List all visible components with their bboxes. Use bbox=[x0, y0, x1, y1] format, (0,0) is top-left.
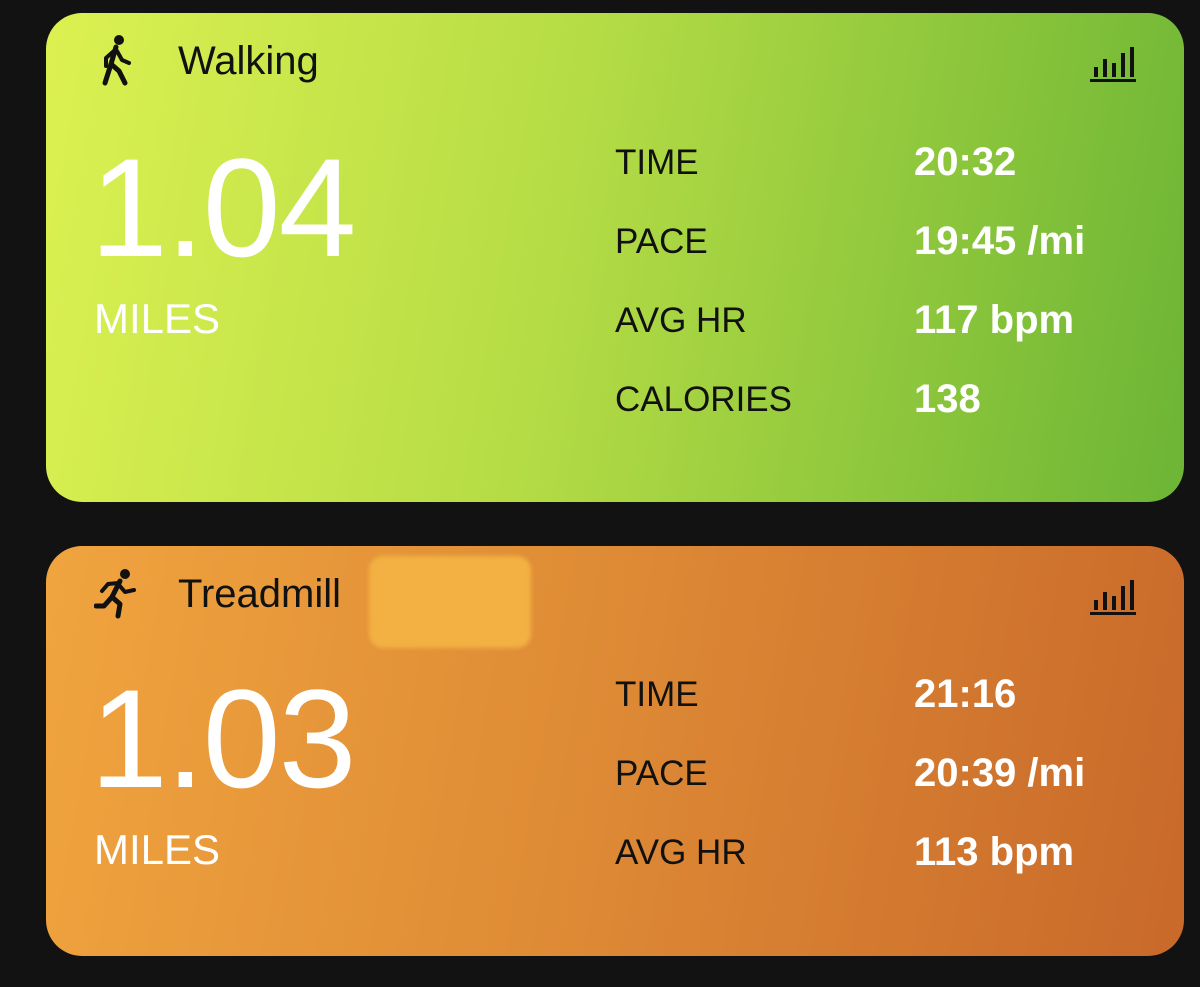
stat-label: AVG HR bbox=[615, 832, 747, 872]
stat-row-time: TIME 20:32 bbox=[615, 123, 1085, 202]
stat-label: PACE bbox=[615, 753, 708, 793]
card-header: Walking bbox=[94, 35, 319, 86]
stat-row-pace: PACE 20:39 /mi bbox=[615, 734, 1085, 813]
stat-value: 138 bbox=[914, 377, 981, 421]
stat-value: 117 bpm bbox=[914, 298, 1075, 342]
stat-label: PACE bbox=[615, 221, 708, 261]
stat-value: 21:16 bbox=[914, 672, 1017, 716]
bar-chart-icon[interactable] bbox=[1090, 43, 1136, 83]
card-header: Treadmill bbox=[94, 569, 341, 619]
stat-value: 19:45 /mi bbox=[914, 219, 1086, 263]
distance-unit: MILES bbox=[94, 826, 221, 873]
stat-label: CALORIES bbox=[615, 379, 792, 419]
stat-row-time: TIME 21:16 bbox=[615, 655, 1085, 734]
activity-title: Treadmill bbox=[178, 571, 341, 616]
walking-icon bbox=[102, 35, 131, 86]
distance-unit: MILES bbox=[94, 295, 221, 342]
distance-value: 1.04 bbox=[90, 129, 356, 286]
workout-card-treadmill[interactable]: Treadmill 1.03 MILES TIME 21:16 PACE 20:… bbox=[46, 546, 1184, 956]
stats-list: TIME 21:16 PACE 20:39 /mi AVG HR 113 bpm bbox=[615, 655, 1085, 892]
redaction-mark bbox=[369, 556, 531, 648]
stat-row-pace: PACE 19:45 /mi bbox=[615, 202, 1085, 281]
stat-value: 113 bpm bbox=[914, 830, 1075, 874]
stats-list: TIME 20:32 PACE 19:45 /mi AVG HR 117 bpm… bbox=[615, 123, 1085, 439]
stat-label: TIME bbox=[615, 142, 699, 182]
distance-value: 1.03 bbox=[90, 660, 356, 817]
activity-title: Walking bbox=[178, 38, 319, 83]
stat-label: AVG HR bbox=[615, 300, 747, 340]
stat-value: 20:39 /mi bbox=[914, 751, 1086, 795]
bar-chart-icon[interactable] bbox=[1090, 576, 1136, 616]
stat-label: TIME bbox=[615, 674, 699, 714]
stat-row-calories: CALORIES 138 bbox=[615, 360, 1085, 439]
stat-value: 20:32 bbox=[914, 140, 1017, 184]
stat-row-avg-hr: AVG HR 113 bpm bbox=[615, 813, 1085, 892]
running-icon bbox=[94, 569, 136, 619]
workout-card-walking[interactable]: Walking 1.04 MILES TIME 20:32 PACE 19:45… bbox=[46, 13, 1184, 502]
stat-row-avg-hr: AVG HR 117 bpm bbox=[615, 281, 1085, 360]
